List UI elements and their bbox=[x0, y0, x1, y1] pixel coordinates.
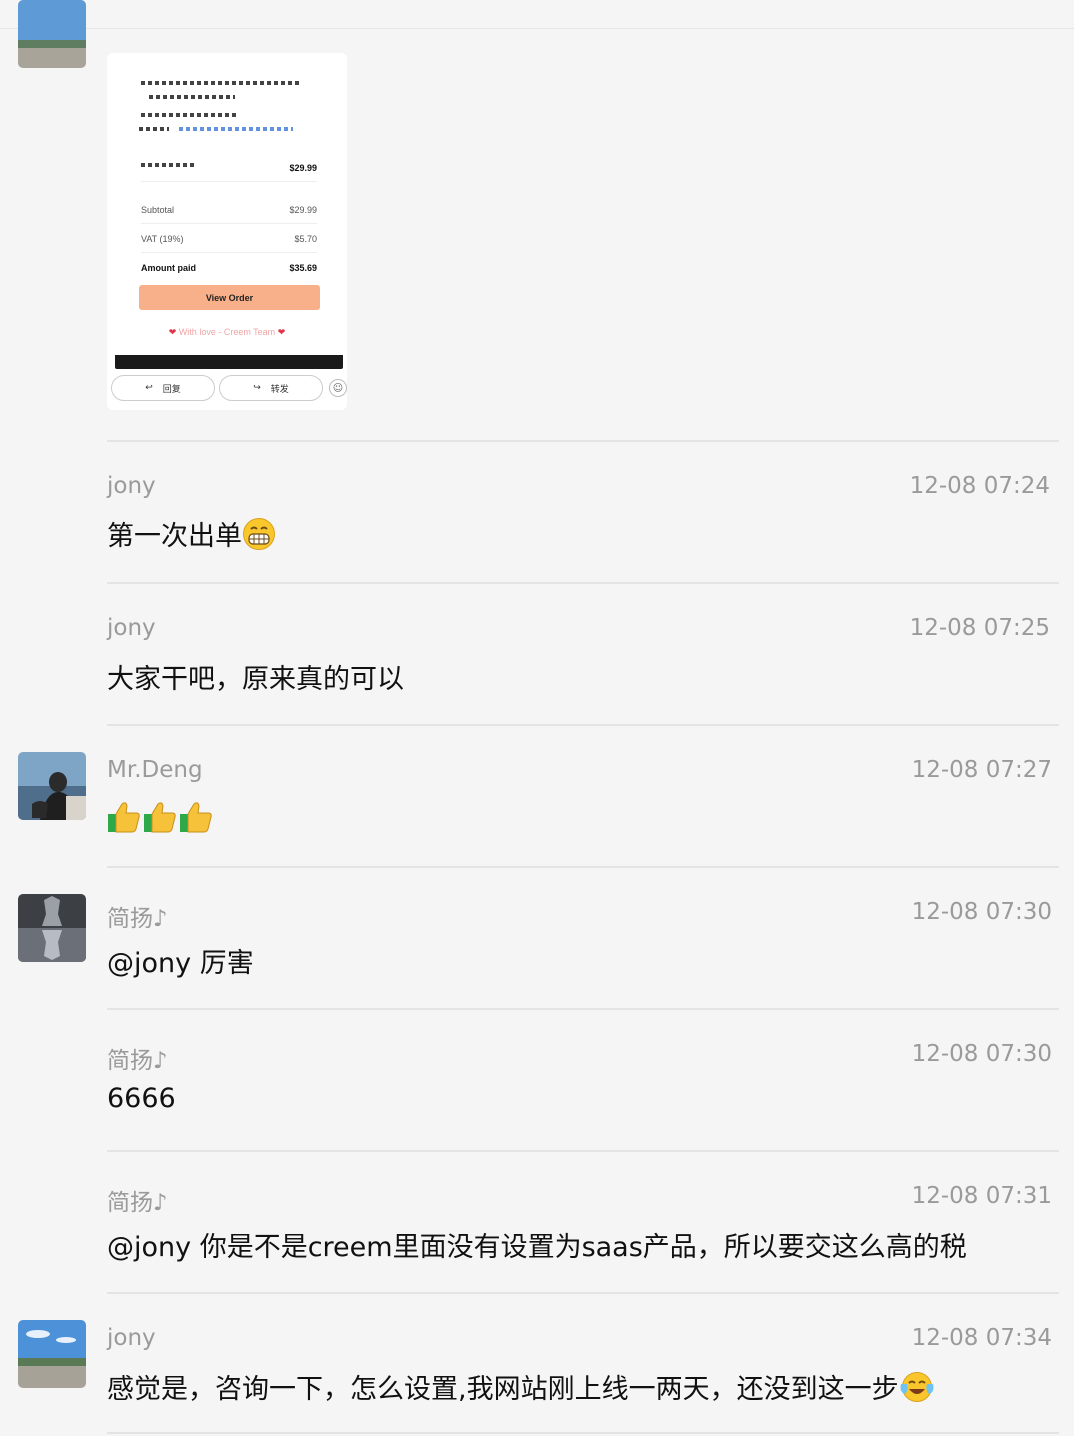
message-time: 12-08 07:34 bbox=[911, 1325, 1052, 1351]
message-time: 12-08 07:27 bbox=[911, 757, 1052, 783]
heart-icon: ❤ bbox=[277, 327, 286, 337]
amount-paid-row: Amount paid $35.69 bbox=[141, 253, 317, 281]
avatar-jony[interactable] bbox=[18, 0, 86, 68]
love-footer: ❤ With love - Creem Team ❤ bbox=[107, 327, 347, 338]
message-time: 12-08 07:25 bbox=[909, 615, 1050, 641]
message-time: 12-08 07:30 bbox=[911, 1041, 1052, 1067]
sender-name: 简扬♪ bbox=[107, 1190, 168, 1216]
emoji-icon: ☺ bbox=[329, 379, 347, 397]
message-divider bbox=[107, 1432, 1059, 1434]
sender-name: jony bbox=[107, 615, 156, 641]
reply-arrow-icon: ↩ bbox=[145, 383, 153, 393]
message-text bbox=[107, 800, 215, 835]
message-divider bbox=[107, 866, 1059, 868]
amount-paid-label: Amount paid bbox=[141, 263, 196, 273]
sender-name: jony bbox=[107, 473, 156, 499]
thumbs-up-icon bbox=[107, 800, 143, 834]
message-divider bbox=[107, 1008, 1059, 1010]
sender-name: 简扬♪ bbox=[107, 1048, 168, 1074]
message-divider bbox=[107, 1150, 1059, 1152]
message-divider bbox=[107, 1292, 1059, 1294]
amount-paid-value: $35.69 bbox=[289, 263, 317, 273]
subtotal-row: Subtotal $29.99 bbox=[141, 195, 317, 224]
message-text: 6666 bbox=[107, 1083, 176, 1114]
vat-row: VAT (19%) $5.70 bbox=[141, 224, 317, 253]
message-time: 12-08 07:24 bbox=[909, 473, 1050, 499]
message-text: 感觉是，咨询一下，怎么设置,我网站刚上线一两天，还没到这一步 bbox=[107, 1367, 935, 1406]
forward-arrow-icon: ↪ bbox=[253, 383, 261, 393]
tears-of-joy-icon bbox=[899, 1370, 935, 1404]
item-price: $29.99 bbox=[289, 163, 317, 173]
view-order-button: View Order bbox=[139, 285, 320, 310]
vat-value: $5.70 bbox=[294, 234, 317, 244]
heart-icon: ❤ bbox=[168, 327, 177, 337]
sender-name: Mr.Deng bbox=[107, 757, 203, 783]
thumbs-up-icon bbox=[143, 800, 179, 834]
sender-name: 简扬♪ bbox=[107, 906, 168, 932]
message-divider bbox=[107, 440, 1059, 442]
grin-face-icon bbox=[242, 517, 276, 551]
thumbs-up-icon bbox=[179, 800, 215, 834]
screenshot-bottom-bar bbox=[115, 355, 343, 369]
avatar-jianyang[interactable] bbox=[18, 894, 86, 962]
message-divider bbox=[107, 582, 1059, 584]
avatar-mr-deng[interactable] bbox=[18, 752, 86, 820]
message-text: 大家干吧，原来真的可以 bbox=[107, 664, 404, 695]
vat-label: VAT (19%) bbox=[141, 234, 184, 244]
message-text: @jony 你是不是creem里面没有设置为saas产品，所以要交这么高的税 bbox=[107, 1232, 967, 1263]
sender-name: jony bbox=[107, 1325, 156, 1351]
subtotal-value: $29.99 bbox=[289, 205, 317, 215]
message-time: 12-08 07:31 bbox=[911, 1183, 1052, 1209]
message-divider bbox=[107, 724, 1059, 726]
message-time: 12-08 07:30 bbox=[911, 899, 1052, 925]
message-text: @jony 厉害 bbox=[107, 948, 254, 979]
order-receipt-image[interactable]: $29.99 Subtotal $29.99 VAT (19%) $5.70 A… bbox=[107, 53, 347, 410]
reply-button: ↩ 回复 bbox=[111, 375, 215, 401]
forward-label: 转发 bbox=[270, 384, 289, 395]
avatar-jony[interactable] bbox=[18, 1320, 86, 1388]
message-text: 第一次出单 bbox=[107, 514, 276, 553]
reply-label: 回复 bbox=[162, 384, 181, 395]
forward-button: ↪ 转发 bbox=[219, 375, 323, 401]
subtotal-label: Subtotal bbox=[141, 205, 175, 215]
receipt-item-row: $29.99 bbox=[141, 153, 317, 182]
top-divider bbox=[0, 28, 1074, 29]
love-text: With love - Creem Team bbox=[178, 327, 276, 337]
